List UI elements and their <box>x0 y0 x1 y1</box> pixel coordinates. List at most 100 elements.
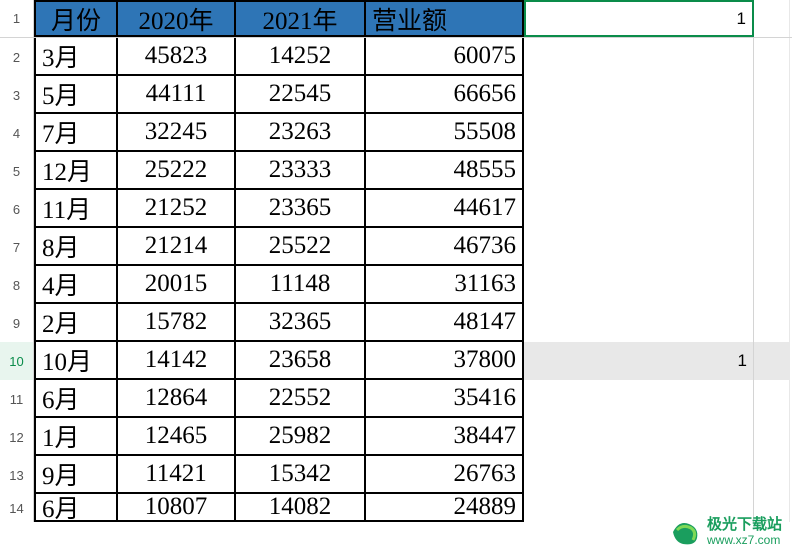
cell-2020[interactable]: 25222 <box>118 152 236 190</box>
cell-2021[interactable]: 22545 <box>236 76 366 114</box>
cell-month[interactable]: 2月 <box>34 304 118 342</box>
cell-f[interactable] <box>754 266 790 304</box>
cell-f1[interactable] <box>754 0 790 37</box>
cell-2020[interactable]: 14142 <box>118 342 236 380</box>
cell-extra[interactable] <box>524 456 754 494</box>
cell-2020[interactable]: 15782 <box>118 304 236 342</box>
cell-extra[interactable] <box>524 228 754 266</box>
row-number-selected[interactable]: 10 <box>0 342 34 380</box>
cell-2021[interactable]: 14082 <box>236 494 366 522</box>
cell-month[interactable]: 4月 <box>34 266 118 304</box>
cell-2020[interactable]: 11421 <box>118 456 236 494</box>
cell-2020[interactable]: 10807 <box>118 494 236 522</box>
cell-extra[interactable] <box>524 418 754 456</box>
cell-month[interactable]: 5月 <box>34 76 118 114</box>
cell-f[interactable] <box>754 228 790 266</box>
cell-f[interactable] <box>754 190 790 228</box>
cell-2021[interactable]: 14252 <box>236 38 366 76</box>
cell-2020[interactable]: 12864 <box>118 380 236 418</box>
row-number[interactable]: 4 <box>0 114 34 152</box>
cell-month[interactable]: 9月 <box>34 456 118 494</box>
row-number[interactable]: 13 <box>0 456 34 494</box>
cell-extra[interactable] <box>524 190 754 228</box>
cell-f[interactable] <box>754 380 790 418</box>
cell-revenue[interactable]: 46736 <box>366 228 524 266</box>
cell-revenue[interactable]: 60075 <box>366 38 524 76</box>
cell-f[interactable] <box>754 152 790 190</box>
cell-extra[interactable] <box>524 114 754 152</box>
cell-extra[interactable] <box>524 380 754 418</box>
cell-2021[interactable]: 15342 <box>236 456 366 494</box>
cell-2020[interactable]: 21214 <box>118 228 236 266</box>
cell-f[interactable] <box>754 418 790 456</box>
cell-e1-selected[interactable]: 1 <box>524 0 754 37</box>
cell-month[interactable]: 10月 <box>34 342 118 380</box>
header-revenue[interactable]: 营业额 <box>366 0 524 37</box>
cell-2021[interactable]: 32365 <box>236 304 366 342</box>
cell-f[interactable] <box>754 114 790 152</box>
cell-extra[interactable] <box>524 76 754 114</box>
cell-month[interactable]: 7月 <box>34 114 118 152</box>
row-number[interactable]: 7 <box>0 228 34 266</box>
row-number[interactable]: 12 <box>0 418 34 456</box>
cell-2020[interactable]: 32245 <box>118 114 236 152</box>
cell-f[interactable] <box>754 76 790 114</box>
cell-extra[interactable] <box>524 266 754 304</box>
header-2021[interactable]: 2021年 <box>236 0 366 37</box>
cell-extra-highlight[interactable]: 1 <box>524 342 754 380</box>
cell-revenue[interactable]: 24889 <box>366 494 524 522</box>
cell-month[interactable]: 6月 <box>34 380 118 418</box>
cell-2021[interactable]: 23333 <box>236 152 366 190</box>
cell-revenue[interactable]: 26763 <box>366 456 524 494</box>
header-2020[interactable]: 2020年 <box>118 0 236 37</box>
cell-2020[interactable]: 44111 <box>118 76 236 114</box>
cell-revenue[interactable]: 66656 <box>366 76 524 114</box>
cell-2021[interactable]: 23263 <box>236 114 366 152</box>
row-number[interactable]: 2 <box>0 38 34 76</box>
header-month[interactable]: 月份 <box>34 0 118 37</box>
cell-f[interactable] <box>754 456 790 494</box>
cell-month[interactable]: 12月 <box>34 152 118 190</box>
cell-2020[interactable]: 45823 <box>118 38 236 76</box>
row-number[interactable]: 6 <box>0 190 34 228</box>
cell-2021[interactable]: 25982 <box>236 418 366 456</box>
cell-month[interactable]: 8月 <box>34 228 118 266</box>
row-number[interactable]: 9 <box>0 304 34 342</box>
cell-revenue[interactable]: 31163 <box>366 266 524 304</box>
cell-month[interactable]: 3月 <box>34 38 118 76</box>
cell-2021[interactable]: 23658 <box>236 342 366 380</box>
cell-revenue[interactable]: 48555 <box>366 152 524 190</box>
cell-2020[interactable]: 21252 <box>118 190 236 228</box>
cell-revenue[interactable]: 37800 <box>366 342 524 380</box>
cell-revenue[interactable]: 44617 <box>366 190 524 228</box>
cell-revenue[interactable]: 35416 <box>366 380 524 418</box>
cell-month[interactable]: 6月 <box>34 494 118 522</box>
cell-revenue[interactable]: 38447 <box>366 418 524 456</box>
cell-f[interactable] <box>754 38 790 76</box>
row-number[interactable]: 8 <box>0 266 34 304</box>
cell-extra[interactable] <box>524 304 754 342</box>
cell-2021[interactable]: 22552 <box>236 380 366 418</box>
row-number-1[interactable]: 1 <box>0 0 34 37</box>
row-number[interactable]: 11 <box>0 380 34 418</box>
cell-month[interactable]: 1月 <box>34 418 118 456</box>
table-row: 3 5月 44111 22545 66656 <box>0 76 792 114</box>
cell-extra[interactable] <box>524 38 754 76</box>
cell-f[interactable] <box>754 342 790 380</box>
cell-2020[interactable]: 12465 <box>118 418 236 456</box>
cell-extra[interactable] <box>524 152 754 190</box>
spreadsheet-grid[interactable]: 1 月份 2020年 2021年 营业额 1 2 3月 45823 14252 … <box>0 0 792 522</box>
table-row: 8 4月 20015 11148 31163 <box>0 266 792 304</box>
cell-2020[interactable]: 20015 <box>118 266 236 304</box>
cell-revenue[interactable]: 55508 <box>366 114 524 152</box>
cell-2021[interactable]: 25522 <box>236 228 366 266</box>
cell-revenue[interactable]: 48147 <box>366 304 524 342</box>
table-row: 11 6月 12864 22552 35416 <box>0 380 792 418</box>
row-number[interactable]: 14 <box>0 494 34 522</box>
row-number[interactable]: 5 <box>0 152 34 190</box>
cell-month[interactable]: 11月 <box>34 190 118 228</box>
cell-f[interactable] <box>754 304 790 342</box>
cell-2021[interactable]: 11148 <box>236 266 366 304</box>
row-number[interactable]: 3 <box>0 76 34 114</box>
cell-2021[interactable]: 23365 <box>236 190 366 228</box>
